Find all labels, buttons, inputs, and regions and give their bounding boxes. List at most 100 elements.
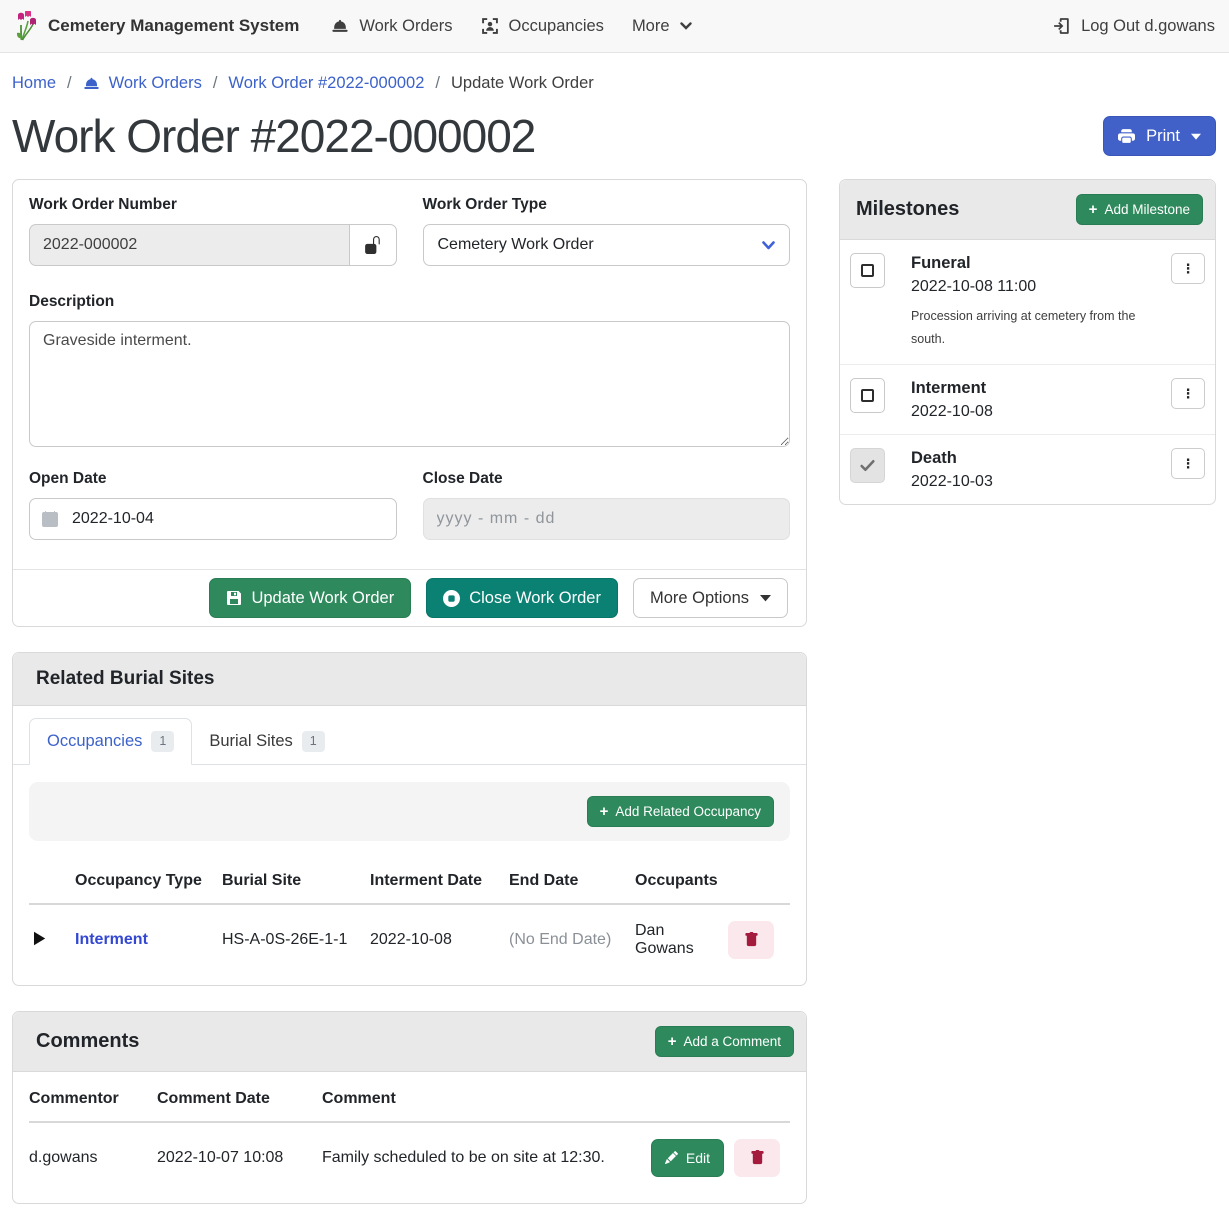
breadcrumb-current: Update Work Order	[451, 74, 594, 93]
breadcrumb-home[interactable]: Home	[12, 74, 56, 93]
update-work-order-button[interactable]: Update Work Order	[209, 578, 411, 618]
actions-column-header	[728, 858, 790, 904]
occupancies-toolbar: Add Related Occupancy	[29, 782, 790, 841]
close-date-label: Close Date	[423, 470, 791, 488]
add-related-occupancy-label: Add Related Occupancy	[615, 804, 761, 819]
column-header: Commentor	[29, 1076, 157, 1122]
add-milestone-label: Add Milestone	[1104, 202, 1190, 217]
person-badge-icon	[481, 17, 499, 35]
unlock-icon	[364, 236, 382, 254]
work-order-form-card: Work Order Number Work Order Type	[12, 179, 807, 627]
close-label: Close Work Order	[469, 589, 601, 608]
milestone-menu-button[interactable]	[1171, 448, 1205, 479]
work-order-type-select[interactable]: Cemetery Work Order	[423, 224, 791, 266]
form-actions: Update Work Order Close Work Order More …	[13, 569, 806, 626]
burial-site-cell: HS-A-0S-26E-1-1	[222, 904, 370, 975]
milestone-item: Funeral 2022-10-08 11:00 Procession arri…	[840, 240, 1215, 365]
open-date-input[interactable]	[29, 498, 397, 540]
logout-label: Log Out d.gowans	[1081, 17, 1215, 36]
top-navbar: Cemetery Management System Work Orders O…	[0, 0, 1229, 53]
plus-icon	[1089, 202, 1098, 217]
logout-link[interactable]: Log Out d.gowans	[1053, 17, 1215, 36]
breadcrumb-separator	[213, 74, 218, 93]
check-icon	[859, 457, 876, 474]
kebab-icon	[1182, 386, 1195, 402]
nav-label: More	[632, 17, 670, 36]
actions-column-header	[624, 1076, 790, 1122]
milestone-description: Procession arriving at cemetery from the…	[911, 305, 1143, 351]
add-comment-label: Add a Comment	[683, 1034, 781, 1049]
breadcrumb-label: Work Orders	[109, 74, 202, 93]
milestone-checkbox[interactable]	[850, 378, 885, 413]
more-options-button[interactable]: More Options	[633, 578, 788, 618]
print-button[interactable]: Print	[1103, 116, 1216, 156]
table-header-row: Occupancy Type Burial Site Interment Dat…	[29, 858, 790, 904]
tab-label: Occupancies	[47, 732, 142, 751]
app-brand[interactable]: Cemetery Management System	[14, 11, 299, 41]
tab-count-badge: 1	[302, 731, 325, 752]
add-milestone-button[interactable]: Add Milestone	[1076, 194, 1203, 225]
edit-comment-button[interactable]: Edit	[651, 1139, 724, 1177]
plus-icon	[600, 804, 609, 819]
printer-icon	[1118, 128, 1135, 145]
caret-down-icon	[1191, 133, 1201, 140]
page-header: Work Order #2022-000002 Print	[0, 103, 1229, 179]
milestone-menu-button[interactable]	[1171, 253, 1205, 284]
milestone-content: Funeral 2022-10-08 11:00 Procession arri…	[911, 253, 1145, 351]
main-content: Work Order Number Work Order Type	[0, 179, 1229, 1212]
trash-icon	[744, 932, 759, 947]
page-title: Work Order #2022-000002	[12, 109, 535, 163]
open-date-group	[29, 498, 397, 540]
milestone-item: Interment 2022-10-08	[840, 365, 1215, 435]
milestone-menu-button[interactable]	[1171, 378, 1205, 409]
nav-more[interactable]: More	[618, 9, 706, 44]
column-header: Occupancy Type	[75, 858, 222, 904]
stop-circle-icon	[443, 590, 460, 607]
milestone-checkbox[interactable]	[850, 253, 885, 288]
tab-burial-sites[interactable]: Burial Sites 1	[192, 718, 341, 765]
occupancy-link[interactable]: Interment	[75, 931, 148, 948]
close-work-order-button[interactable]: Close Work Order	[426, 578, 618, 618]
breadcrumb-separator	[67, 74, 72, 93]
nav-label: Occupancies	[509, 17, 604, 36]
delete-comment-button[interactable]	[734, 1139, 780, 1177]
tab-occupancies[interactable]: Occupancies 1	[29, 718, 192, 765]
right-column: Milestones Add Milestone Funeral 2022-10…	[839, 179, 1216, 505]
checkbox-unchecked-icon	[861, 264, 874, 277]
breadcrumb-work-orders[interactable]: Work Orders	[83, 74, 202, 93]
chevron-down-icon	[762, 241, 775, 250]
milestone-content: Death 2022-10-03	[911, 448, 1145, 491]
comments-title: Comments	[36, 1030, 139, 1053]
delete-occupancy-button[interactable]	[728, 921, 774, 959]
table-header-row: Commentor Comment Date Comment	[29, 1076, 790, 1122]
table-row: d.gowans 2022-10-07 10:08 Family schedul…	[29, 1122, 790, 1193]
left-column: Work Order Number Work Order Type	[12, 179, 807, 1212]
pencil-icon	[665, 1151, 678, 1164]
related-tabs: Occupancies 1 Burial Sites 1	[13, 706, 806, 765]
milestones-title: Milestones	[856, 198, 959, 221]
expand-row-button[interactable]	[29, 929, 50, 951]
comment-cell: Family scheduled to be on site at 12:30.	[322, 1122, 624, 1193]
work-order-number-input[interactable]	[29, 224, 349, 266]
calendar-icon	[42, 511, 58, 527]
end-date-cell: (No End Date)	[509, 904, 635, 975]
table-row: Interment HS-A-0S-26E-1-1 2022-10-08 (No…	[29, 904, 790, 975]
column-header: Burial Site	[222, 858, 370, 904]
column-header: End Date	[509, 858, 635, 904]
milestone-item: Death 2022-10-03	[840, 435, 1215, 504]
main-nav: Work Orders Occupancies More	[317, 9, 705, 44]
nav-work-orders[interactable]: Work Orders	[317, 9, 466, 44]
add-comment-button[interactable]: Add a Comment	[655, 1026, 794, 1057]
milestone-checkbox[interactable]	[850, 448, 885, 483]
tab-label: Burial Sites	[209, 732, 292, 751]
close-date-input[interactable]	[423, 498, 791, 540]
breadcrumb-work-order[interactable]: Work Order #2022-000002	[228, 74, 424, 93]
add-related-occupancy-button[interactable]: Add Related Occupancy	[587, 796, 774, 827]
milestones-header: Milestones Add Milestone	[840, 180, 1215, 240]
description-textarea[interactable]: Graveside interment.	[29, 321, 790, 447]
nav-occupancies[interactable]: Occupancies	[467, 9, 618, 44]
unlock-button[interactable]	[349, 224, 397, 266]
breadcrumb: Home Work Orders Work Order #2022-000002…	[0, 53, 1229, 103]
plus-icon	[668, 1034, 677, 1049]
hard-hat-icon	[83, 75, 100, 92]
